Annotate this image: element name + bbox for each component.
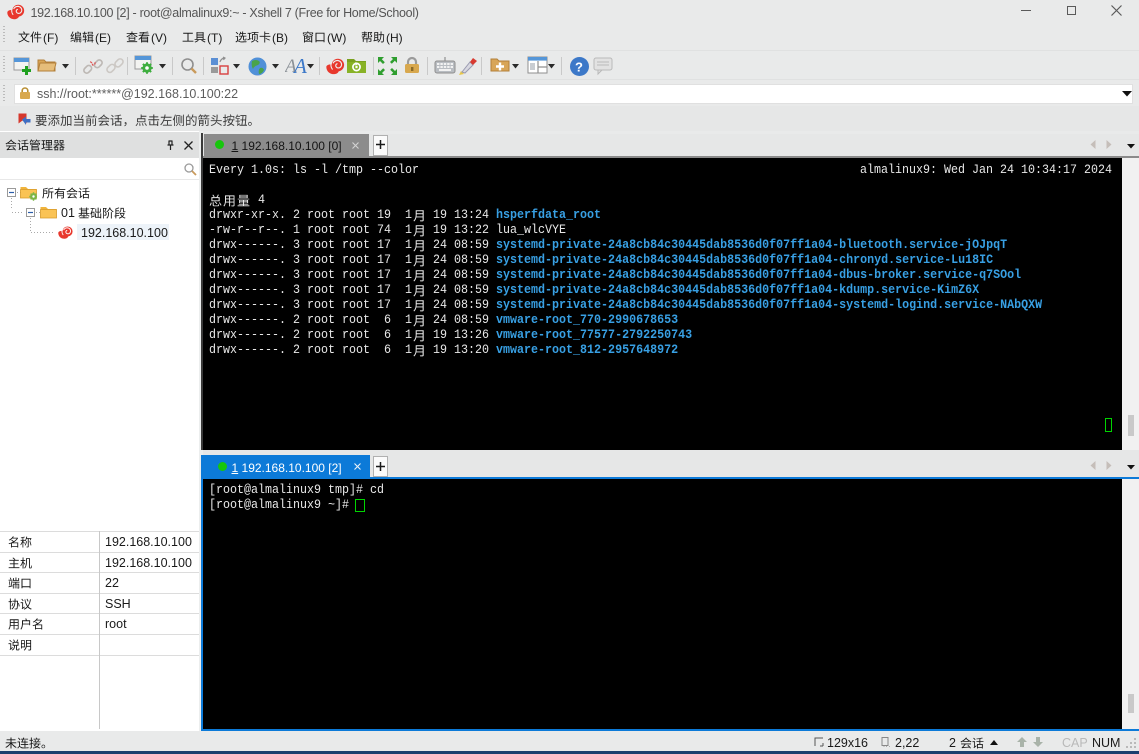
svg-text:A: A [292, 56, 307, 76]
svg-text:?: ? [575, 60, 583, 75]
